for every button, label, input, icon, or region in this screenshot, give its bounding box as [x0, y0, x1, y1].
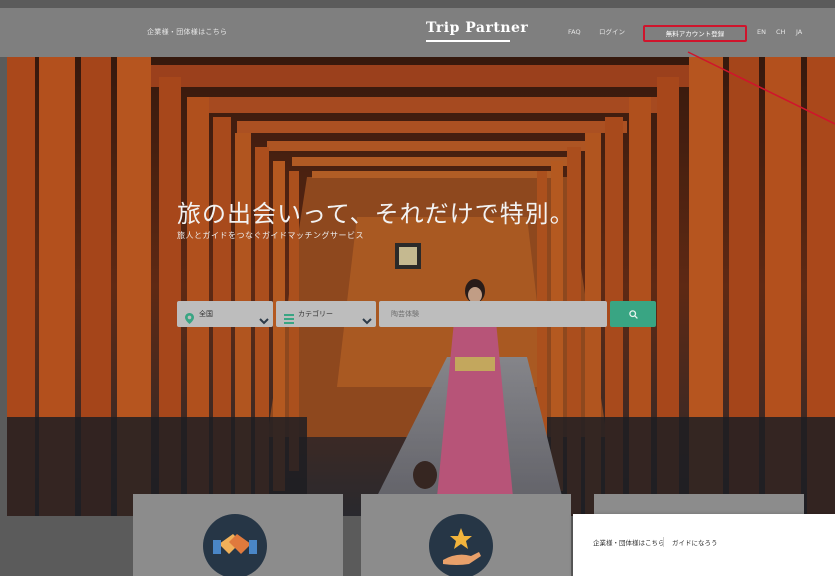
- corporate-link[interactable]: 企業様・団体様はこちら: [147, 8, 227, 57]
- location-pin-icon: [185, 309, 194, 328]
- nav-faq-link[interactable]: FAQ: [568, 8, 581, 57]
- area-select[interactable]: 全国: [177, 301, 273, 327]
- hero-headline: 旅の出会いって、それだけで特別。: [177, 200, 575, 228]
- search-icon: [629, 310, 638, 319]
- popup-divider: [663, 537, 664, 547]
- popup-become-guide-link[interactable]: ガイドになろう: [672, 537, 718, 547]
- page: 旅の出会いって、それだけで特別。 旅人とガイドをつなぐガイドマッチングサービス …: [0, 0, 835, 576]
- hero-section: 旅の出会いって、それだけで特別。 旅人とガイドをつなぐガイドマッチングサービス …: [7, 57, 835, 516]
- lang-ja-link[interactable]: JA: [796, 8, 802, 57]
- keyword-search-input[interactable]: [379, 301, 607, 327]
- corporate-dropdown-popup: 企業様・団体様はこちら ガイドになろう: [573, 514, 835, 576]
- popup-corporate-link[interactable]: 企業様・団体様はこちら: [593, 537, 665, 547]
- category-select-value: カテゴリー: [298, 310, 333, 318]
- category-select[interactable]: カテゴリー: [276, 301, 376, 327]
- feature-card[interactable]: [133, 494, 343, 576]
- logo-underline: [426, 40, 510, 42]
- handshake-icon: [213, 534, 257, 554]
- card-icon-circle: [203, 514, 267, 576]
- nav-signup-button[interactable]: 無料アカウント登録: [643, 25, 747, 42]
- area-select-value: 全国: [199, 310, 213, 318]
- nav-login-link[interactable]: ログイン: [599, 8, 625, 57]
- card-icon-circle: [429, 514, 493, 576]
- list-icon: [284, 309, 294, 328]
- lang-en-link[interactable]: EN: [757, 8, 766, 57]
- search-button[interactable]: [610, 301, 656, 327]
- top-header: 企業様・団体様はこちら Trip Partner FAQ ログイン 無料アカウン…: [0, 8, 835, 57]
- star-hand-icon: [443, 528, 481, 565]
- hero-subline: 旅人とガイドをつなぐガイドマッチングサービス: [177, 231, 364, 240]
- hero-overlay: [7, 57, 835, 516]
- chevron-down-icon: [362, 310, 372, 329]
- lang-ch-link[interactable]: CH: [776, 8, 785, 57]
- site-logo[interactable]: Trip Partner: [426, 20, 528, 36]
- chevron-down-icon: [259, 310, 269, 329]
- feature-card[interactable]: [361, 494, 571, 576]
